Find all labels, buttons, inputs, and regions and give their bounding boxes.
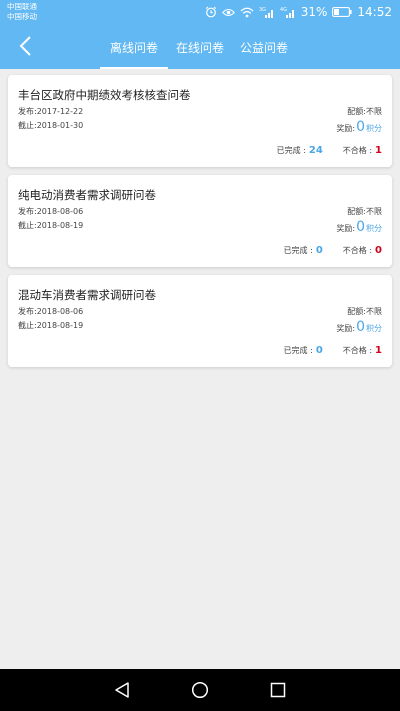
wifi-icon: [240, 7, 254, 17]
triangle-back-icon: [115, 682, 129, 698]
status-bar: 中国联通 中国移动 3G 4G 31% 14:52: [0, 0, 400, 24]
deadline-date: 截止:2018-01-30: [18, 121, 84, 130]
signal-3g-icon: 3G: [259, 7, 273, 18]
signal-4g-icon: 4G: [280, 7, 294, 18]
completed-label: 已完成 :: [283, 246, 313, 255]
quota-text: 配额:不限: [347, 207, 382, 216]
completed-count: 0: [315, 345, 323, 356]
battery-icon: [332, 7, 353, 17]
quota-text: 配额:不限: [347, 107, 382, 116]
survey-stats: 已完成 : 0 不合格 : 1: [284, 345, 382, 356]
reward-label: 奖励:: [336, 324, 356, 333]
publish-date: 发布:2018-08-06: [18, 307, 84, 316]
failed-label: 不合格 :: [342, 246, 373, 255]
failed-count: 1: [375, 145, 382, 156]
reward-value: 0: [356, 219, 365, 235]
reward-label: 奖励:: [336, 124, 356, 133]
carrier-2: 中国移动: [7, 12, 37, 21]
failed-label: 不合格 :: [342, 346, 373, 355]
app-header: 中国联通 中国移动 3G 4G 31% 14:52 离线问卷 在线问卷 公益问卷: [0, 0, 400, 69]
tab-offline-survey[interactable]: 离线问卷: [100, 32, 168, 69]
reward-value: 0: [356, 119, 365, 135]
tab-charity-survey[interactable]: 公益问卷: [232, 32, 296, 69]
clock: 14:52: [357, 5, 392, 19]
failed-count: 0: [375, 245, 382, 256]
reward-label: 奖励:: [336, 224, 356, 233]
reward-unit: 积分: [366, 224, 382, 233]
battery-percent: 31%: [300, 5, 328, 19]
square-recent-icon: [270, 682, 286, 698]
tab-online-survey[interactable]: 在线问卷: [168, 32, 232, 69]
survey-card[interactable]: 纯电动消费者需求调研问卷 发布:2018-08-06 截止:2018-08-19…: [8, 175, 392, 267]
survey-title: 混动车消费者需求调研问卷: [18, 288, 156, 302]
deadline-date: 截止:2018-08-19: [18, 321, 84, 330]
survey-title: 丰台区政府中期绩效考核核查问卷: [18, 88, 191, 102]
reward-unit: 积分: [366, 124, 382, 133]
reward-value: 0: [356, 319, 365, 335]
tab-bar: 离线问卷 在线问卷 公益问卷: [100, 32, 296, 69]
svg-text:4G: 4G: [280, 7, 287, 13]
completed-count: 24: [308, 145, 323, 156]
reward: 奖励: 0 积分: [336, 219, 382, 235]
nav-home-button[interactable]: [189, 680, 211, 700]
nav-recent-button[interactable]: [267, 680, 289, 700]
publish-date: 发布:2018-08-06: [18, 207, 84, 216]
survey-title: 纯电动消费者需求调研问卷: [18, 188, 156, 202]
survey-stats: 已完成 : 0 不合格 : 0: [284, 245, 382, 256]
carrier-info: 中国联通 中国移动: [7, 2, 37, 22]
circle-home-icon: [191, 681, 209, 699]
publish-date: 发布:2017-12-22: [18, 107, 84, 116]
nav-back-button[interactable]: [111, 680, 133, 700]
carrier-1: 中国联通: [7, 2, 37, 11]
completed-label: 已完成 :: [283, 346, 313, 355]
android-nav-bar: [0, 669, 400, 711]
completed-count: 0: [315, 245, 323, 256]
survey-stats: 已完成 : 24 不合格 : 1: [277, 145, 382, 156]
quota-text: 配额:不限: [347, 307, 382, 316]
survey-card[interactable]: 混动车消费者需求调研问卷 发布:2018-08-06 截止:2018-08-19…: [8, 275, 392, 367]
status-icons: 3G 4G 31% 14:52: [205, 4, 392, 20]
eye-icon: [221, 8, 235, 16]
deadline-date: 截止:2018-08-19: [18, 221, 84, 230]
svg-text:3G: 3G: [259, 7, 266, 13]
back-arrow-icon: [19, 36, 31, 56]
alarm-icon: [205, 6, 216, 18]
reward: 奖励: 0 积分: [336, 319, 382, 335]
failed-count: 1: [375, 345, 382, 356]
survey-card[interactable]: 丰台区政府中期绩效考核核查问卷 发布:2017-12-22 截止:2018-01…: [8, 75, 392, 167]
reward-unit: 积分: [366, 324, 382, 333]
failed-label: 不合格 :: [342, 146, 373, 155]
completed-label: 已完成 :: [276, 146, 306, 155]
back-button[interactable]: [12, 33, 38, 59]
reward: 奖励: 0 积分: [336, 119, 382, 135]
